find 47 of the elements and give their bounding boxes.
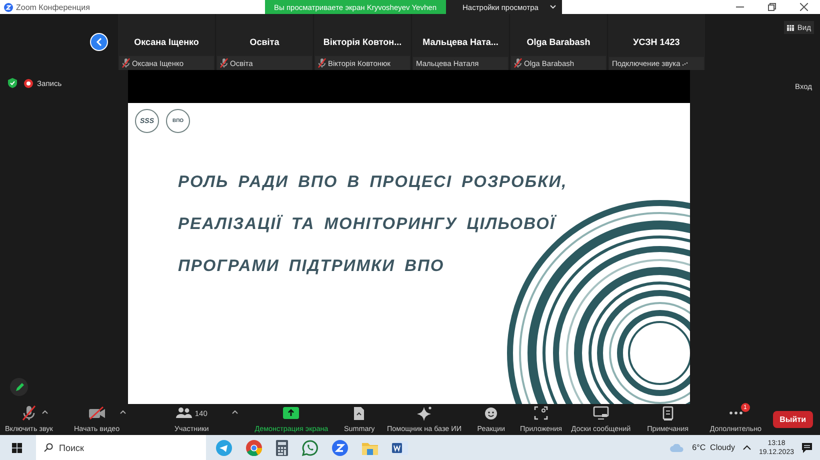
apps-icon xyxy=(534,406,548,420)
notepad-icon xyxy=(662,406,674,420)
zoom-icon[interactable] xyxy=(332,440,348,456)
people-icon xyxy=(176,407,192,419)
restore-icon[interactable] xyxy=(768,3,776,11)
window-title: Zoom Конференция xyxy=(16,2,90,12)
chrome-icon[interactable] xyxy=(246,440,262,456)
whatsapp-icon[interactable] xyxy=(302,440,318,456)
participant-name: Мальцева Ната... xyxy=(422,37,498,47)
caret-icon[interactable] xyxy=(120,410,126,414)
participant-name: Освіта xyxy=(250,37,280,47)
participant-name: УСЗН 1423 xyxy=(633,37,680,47)
back-button[interactable] xyxy=(90,33,108,51)
slide-title-line: РОЛЬ РАДИ ВПО В ПРОЦЕСІ РОЗРОБКИ, xyxy=(178,173,568,192)
word-icon[interactable] xyxy=(392,440,408,456)
annotate-button[interactable] xyxy=(10,378,28,396)
close-icon[interactable] xyxy=(800,3,808,11)
participant-name: Olga Barabash xyxy=(526,37,590,47)
grid-icon xyxy=(787,24,794,30)
document-icon xyxy=(353,406,366,420)
telegram-icon[interactable] xyxy=(216,440,232,456)
participant-name: Вікторія Ковтон... xyxy=(323,37,402,47)
sparkle-icon xyxy=(416,406,432,420)
caret-icon[interactable] xyxy=(232,410,238,414)
share-screen-icon xyxy=(283,407,300,419)
folder-icon[interactable] xyxy=(362,440,378,454)
calculator-icon[interactable] xyxy=(276,440,288,456)
caret-icon[interactable] xyxy=(742,445,751,450)
shield-icon[interactable] xyxy=(8,78,17,88)
pencil-icon xyxy=(14,382,24,392)
notification-icon[interactable] xyxy=(802,442,812,452)
search-field[interactable]: Поиск xyxy=(36,435,206,460)
chevron-icon xyxy=(550,5,556,9)
leave-button[interactable]: Выйти xyxy=(772,411,814,428)
chevron-left-icon xyxy=(96,38,102,46)
cloud-icon xyxy=(670,444,684,452)
zoom-logo-icon xyxy=(4,2,13,12)
recording-icon xyxy=(24,78,33,88)
windows-start-icon[interactable] xyxy=(12,442,22,452)
caret-icon[interactable] xyxy=(42,410,48,414)
participant-name: Оксана Іщенко xyxy=(134,37,199,47)
more-icon xyxy=(728,411,743,415)
monitor-icon xyxy=(592,406,609,420)
slide-title-line: ПРОГРАМИ ПІДТРИМКИ ВПО xyxy=(178,257,446,276)
weather-text: 6°C Cloudy xyxy=(692,443,735,452)
slide-title-line: РЕАЛІЗАЦІЇ ТА МОНІТОРИНГУ ЦІЛЬОВОЇ xyxy=(178,215,558,234)
search-icon xyxy=(44,443,53,452)
